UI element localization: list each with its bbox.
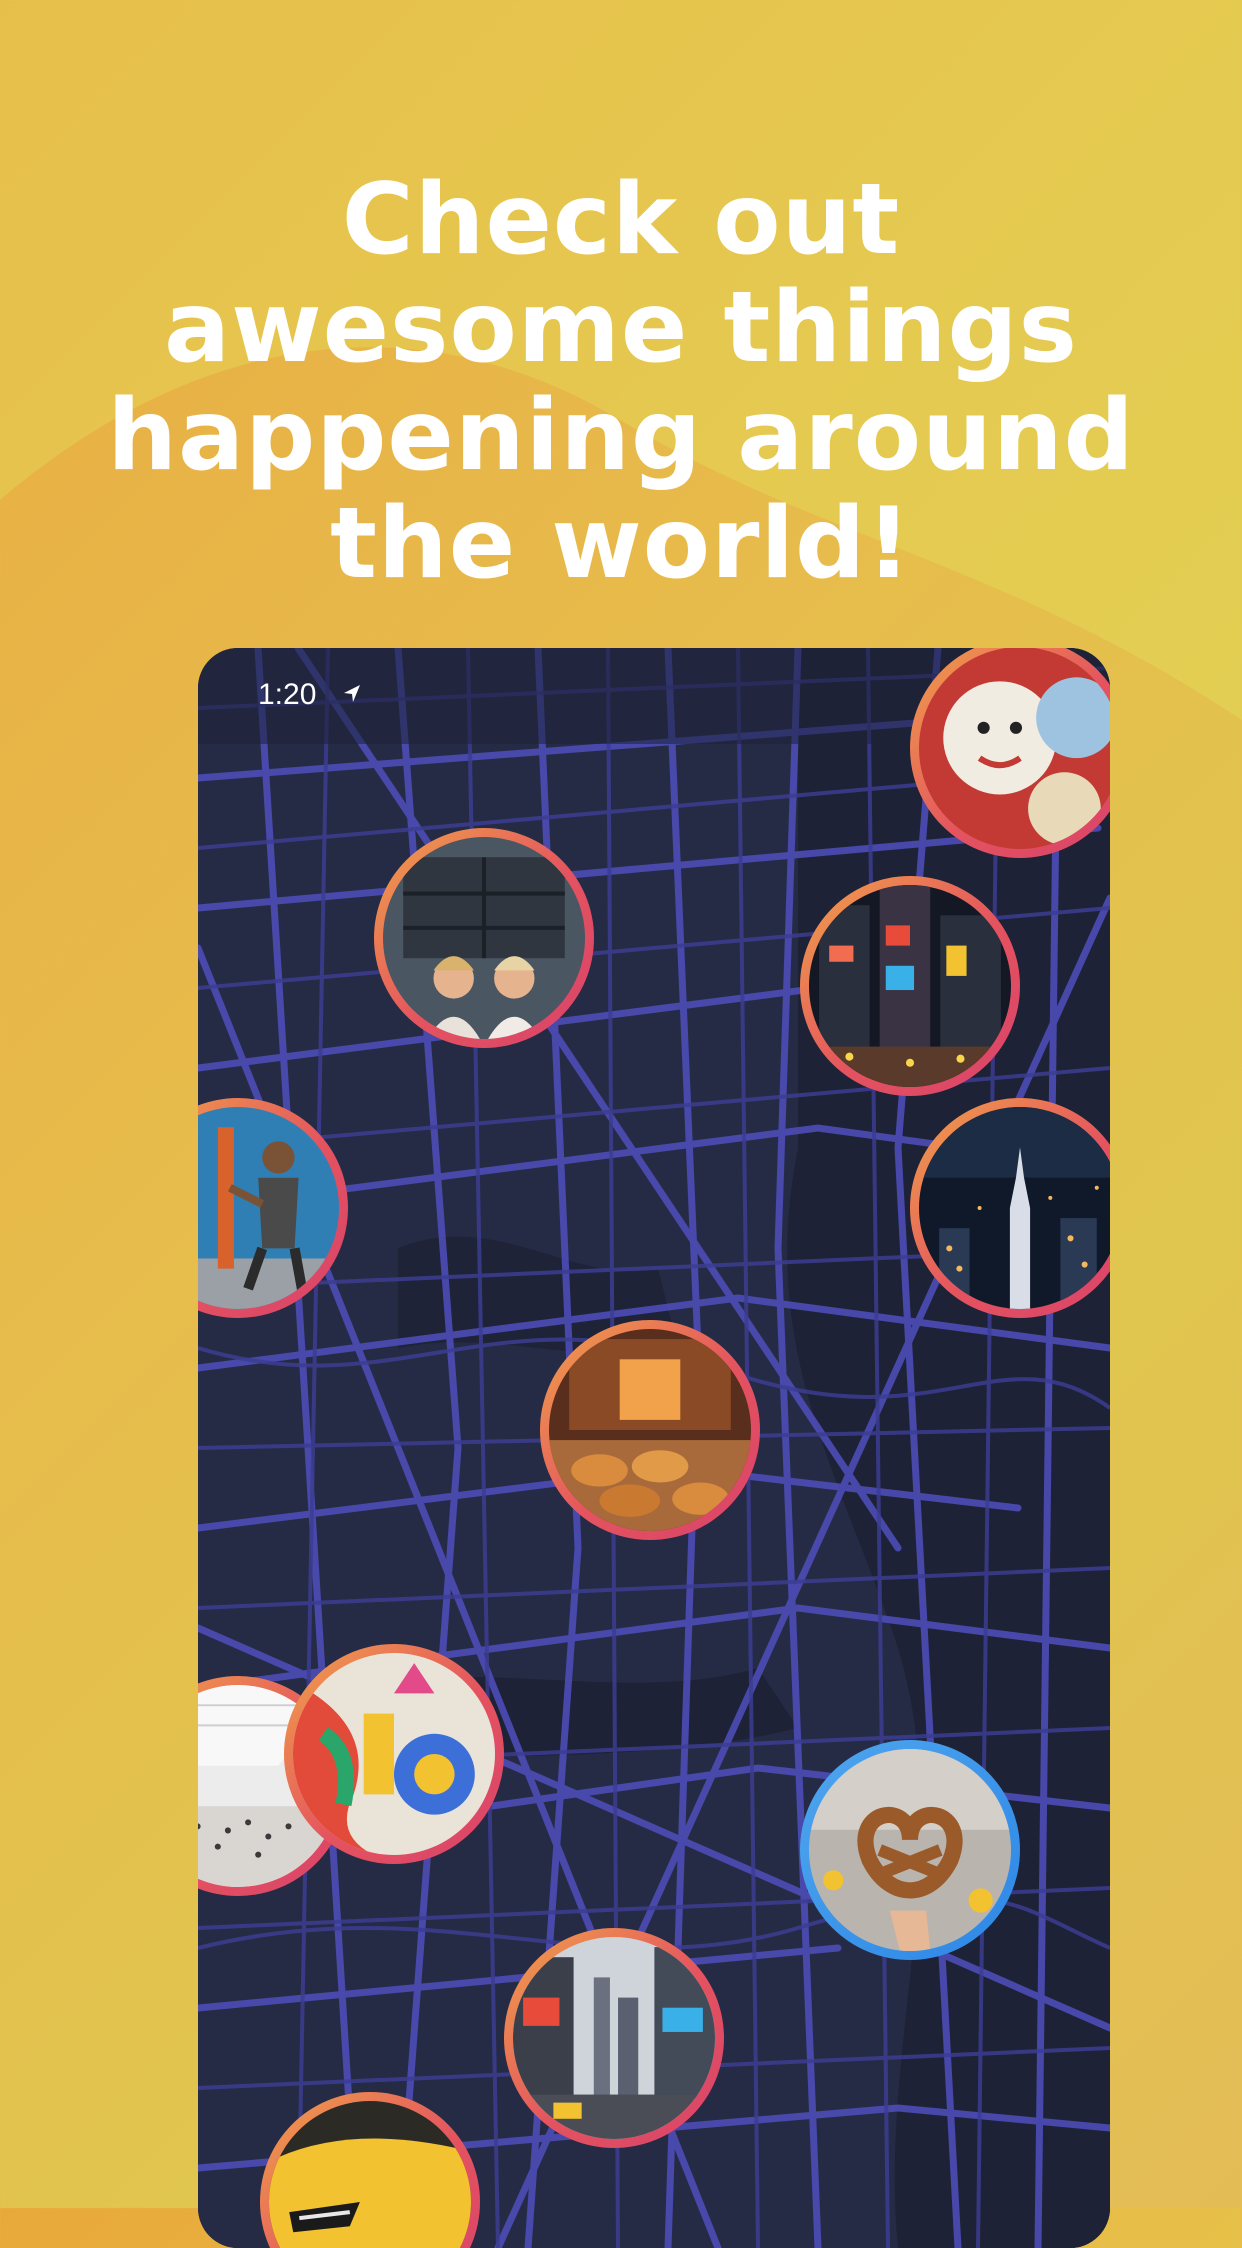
map-marker-times-square-night[interactable] — [800, 876, 1020, 1096]
marker-photo — [198, 1107, 339, 1309]
marker-photo — [809, 885, 1011, 1087]
marker-photo — [513, 1937, 715, 2139]
marker-photo — [293, 1653, 495, 1855]
phone-screen: 1:20 — [198, 648, 1110, 2248]
headline-line-3: happening around — [107, 378, 1135, 493]
marker-photo — [269, 2101, 471, 2248]
map-marker-festival-dancer[interactable] — [284, 1644, 504, 1864]
marker-photo — [919, 1107, 1110, 1309]
status-time: 1:20 — [258, 678, 317, 711]
marker-photo — [919, 648, 1110, 849]
map-marker-bakery[interactable] — [540, 1320, 760, 1540]
marker-photo — [549, 1329, 751, 1531]
headline-line-1: Check out — [341, 162, 901, 277]
marker-photo — [809, 1749, 1011, 1951]
map-marker-friends[interactable] — [374, 828, 594, 1048]
headline: Check out awesome things happening aroun… — [0, 166, 1242, 598]
location-arrow-icon — [344, 685, 360, 702]
marker-photo — [383, 837, 585, 1039]
headline-line-4: the world! — [330, 486, 912, 601]
map-marker-times-square-day[interactable] — [504, 1928, 724, 2148]
headline-line-2: awesome things — [164, 270, 1078, 385]
map-marker-pretzel[interactable] — [800, 1740, 1020, 1960]
